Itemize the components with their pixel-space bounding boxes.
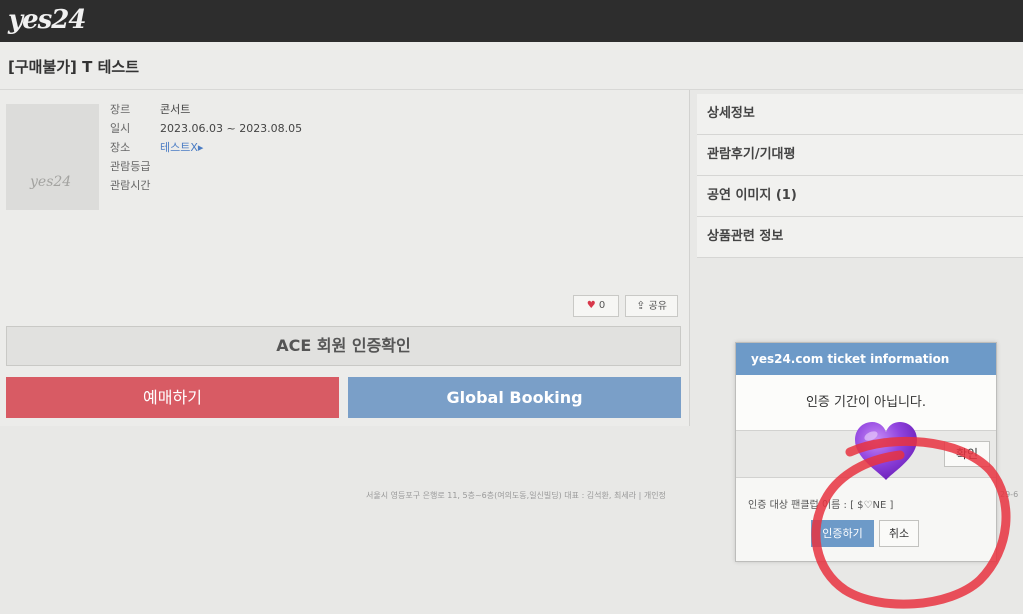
ace-verify-button[interactable]: ACE 회원 인증확인 <box>6 326 681 366</box>
book-button[interactable]: 예매하기 <box>6 377 339 418</box>
global-booking-button[interactable]: Global Booking <box>348 377 681 418</box>
info-label: 장소 <box>110 141 131 154</box>
info-value: 콘서트 <box>160 103 191 116</box>
title-bar: [구매불가] T 테스트 <box>0 42 1023 90</box>
footer-address: 서울시 영등포구 은행로 11, 5층~6층(여의도동,일신빌딩) 대표 : 김… <box>366 491 666 500</box>
side-menu: 상세정보 관람후기/기대평 공연 이미지 (1) 상품관련 정보 <box>697 94 1023 258</box>
info-label: 장르 <box>110 103 131 116</box>
footer-tail: 29-6 <box>1000 490 1019 499</box>
heart-icon: ♥ <box>586 300 596 311</box>
share-button[interactable]: ⇪ 공유 <box>625 295 678 317</box>
yes24-logo[interactable]: yes24 <box>8 5 86 35</box>
side-item-product-info[interactable]: 상품관련 정보 <box>697 217 1023 258</box>
poster-logo: yes24 <box>30 174 72 190</box>
confirm-button[interactable]: 확인 <box>944 441 990 467</box>
top-bar: yes24 <box>0 0 1023 42</box>
info-value: 2023.06.03 ~ 2023.08.05 <box>160 122 303 135</box>
purple-heart-emoji <box>855 422 917 480</box>
like-count: 0 <box>598 300 606 311</box>
info-label: 관람등급 <box>110 160 151 173</box>
share-label: 공유 <box>648 301 667 312</box>
dialog-title: yes24.com ticket information <box>736 343 996 375</box>
venue-link[interactable]: 테스트X▸ <box>160 138 203 157</box>
info-label: 일시 <box>110 122 131 135</box>
fanclub-note: 인증 대상 팬클럽 이름 : [ $♡NE ] <box>748 500 894 511</box>
cancel-button[interactable]: 취소 <box>879 520 919 547</box>
side-item-detail[interactable]: 상세정보 <box>697 94 1023 135</box>
like-button[interactable]: ♥ 0 <box>573 295 619 317</box>
product-main-panel: yes24 장르 콘서트 일시 2023.06.03 ~ 2023.08.05 … <box>0 90 690 426</box>
side-item-images[interactable]: 공연 이미지 (1) <box>697 176 1023 217</box>
poster-image: yes24 <box>6 104 99 210</box>
side-item-reviews[interactable]: 관람후기/기대평 <box>697 135 1023 176</box>
share-icon: ⇪ <box>636 299 646 312</box>
info-label: 관람시간 <box>110 179 151 192</box>
verify-button[interactable]: 인증하기 <box>811 520 874 547</box>
page-title: [구매불가] T 테스트 <box>8 58 139 76</box>
